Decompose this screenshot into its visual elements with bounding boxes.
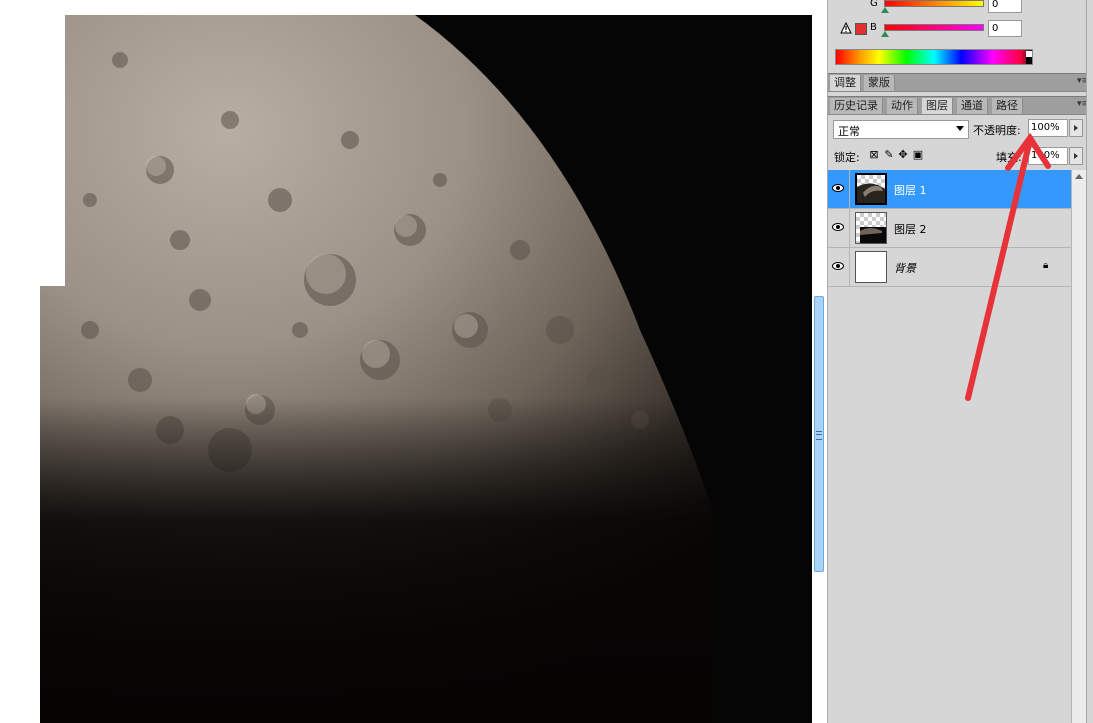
layers-tab-bar: 历史记录 动作 图层 通道 路径 ▾≡ [828,96,1093,115]
tab-actions[interactable]: 动作 [887,98,918,114]
opacity-field[interactable]: 100% [1028,119,1068,137]
grip-icon [816,431,822,440]
panel-main: G 0 B 0 调整 蒙版 ▾≡ 历史记录 动作 图层 通道 路径 ▾≡ 正常 … [828,0,1093,723]
color-spectrum-bar[interactable] [835,49,1033,65]
fill-label: 填充: [996,151,1022,164]
layers-scrollbar[interactable] [1071,170,1086,723]
tab-masks[interactable]: 蒙版 [864,75,895,91]
blend-mode-value: 正常 [838,125,860,138]
right-panel-dock: G 0 B 0 调整 蒙版 ▾≡ 历史记录 动作 图层 通道 路径 ▾≡ 正常 … [812,0,1093,723]
slider-thumb-icon[interactable] [881,31,889,37]
lock-label: 锁定: [834,151,860,164]
tab-channels[interactable]: 通道 [957,98,988,114]
eye-icon[interactable] [831,182,845,194]
layer-thumbnail[interactable] [855,251,887,283]
layer-row[interactable]: 背景 🔒︎ [828,248,1071,287]
blue-value-field[interactable]: 0 [988,20,1022,37]
chevron-down-icon [956,126,964,131]
channel-letter: B [870,22,877,33]
lock-icon: 🔒︎ [1043,260,1049,271]
lock-position-icon[interactable]: ✥ [897,148,909,161]
tab-layers[interactable]: 图层 [922,98,953,114]
divider [849,209,850,247]
lock-transparent-pixels-icon[interactable]: ⊠ [868,148,880,161]
channel-letter: G [870,0,878,9]
tab-paths[interactable]: 路径 [992,98,1023,114]
layers-list: 图层 1 图层 2 背景 🔒︎ [828,170,1071,723]
eye-icon[interactable] [831,221,845,233]
green-channel-row: G 0 [828,0,1093,14]
eye-icon[interactable] [831,260,845,272]
tab-adjustments[interactable]: 调整 [830,75,861,91]
slider-thumb-icon[interactable] [881,7,889,13]
scroll-up-icon[interactable] [1075,174,1083,179]
blue-slider-track[interactable] [884,24,984,31]
blend-mode-select[interactable]: 正常 [833,120,969,139]
fill-slider-button[interactable] [1069,147,1083,165]
lock-image-pixels-icon[interactable]: ✎ [883,148,895,161]
warning-triangle-icon[interactable] [840,22,852,34]
tab-history[interactable]: 历史记录 [830,98,883,114]
layer-row[interactable]: 图层 2 [828,209,1071,248]
black-swatch[interactable] [1026,57,1032,64]
layer-name[interactable]: 图层 2 [894,221,927,237]
adjustments-tab-bar: 调整 蒙版 ▾≡ [828,73,1093,92]
lock-all-icon[interactable]: ▣ [912,148,924,161]
layer-thumbnail[interactable] [855,173,887,205]
layer-name[interactable]: 背景 [894,260,916,276]
panel-scroll-gutter[interactable] [812,0,828,723]
divider [849,170,850,208]
divider [849,248,850,286]
fill-field[interactable]: 100% [1028,147,1068,165]
panel-edge [1086,0,1093,723]
blue-channel-row: B 0 [828,20,1093,38]
green-value-field[interactable]: 0 [988,0,1022,13]
out-of-gamut-swatch[interactable] [855,23,867,35]
opacity-slider-button[interactable] [1069,119,1083,137]
scrollbar-thumb[interactable] [814,296,824,572]
layer-thumbnail[interactable] [855,212,887,244]
moon-photo [0,0,812,723]
layer-row[interactable]: 图层 1 [828,170,1071,209]
document-canvas[interactable] [0,0,812,723]
layer-name[interactable]: 图层 1 [894,182,927,198]
green-slider-track[interactable] [884,0,984,7]
opacity-label: 不透明度: [973,124,1021,137]
